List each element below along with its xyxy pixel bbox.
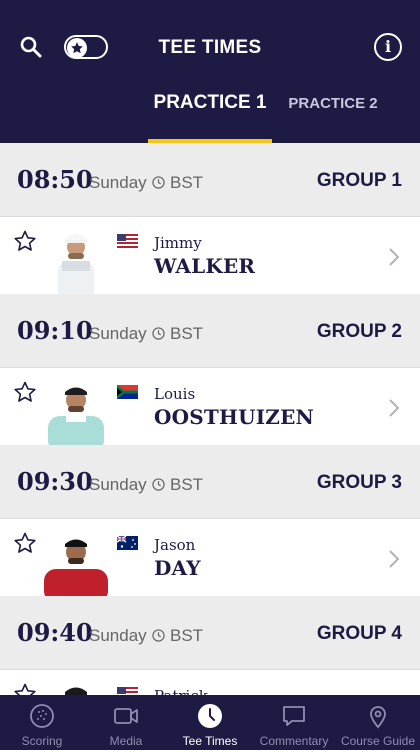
flag-us-icon (117, 687, 138, 695)
chevron-right-icon (389, 248, 400, 266)
player-first-name: Jimmy (154, 234, 202, 252)
tabbar-label: Commentary (259, 734, 329, 748)
tabbar-label: Media (109, 734, 143, 748)
favourite-star-icon[interactable] (13, 380, 37, 404)
clock-icon (152, 176, 165, 189)
bottom-tab-bar: Scoring Media Tee Times Commentary Cours… (0, 695, 420, 750)
tab-practice-1[interactable]: PRACTICE 1 (148, 92, 272, 143)
tee-time: 09:30 (17, 467, 93, 496)
group-label: GROUP 3 (316, 472, 402, 493)
player-photo (48, 387, 104, 446)
player-row[interactable]: Louis OOSTHUIZEN (0, 367, 420, 446)
tee-day: Sunday (89, 173, 147, 192)
info-icon[interactable]: i (374, 33, 402, 61)
tabbar-item-course-guide[interactable]: Course Guide (336, 695, 420, 750)
group-header: 09:30 Sunday BST GROUP 3 (0, 445, 420, 518)
favourite-star-icon[interactable] (13, 682, 37, 695)
group-label: GROUP 2 (316, 321, 402, 342)
tabbar-item-commentary[interactable]: Commentary (252, 695, 336, 750)
player-row[interactable]: Jason DAY (0, 518, 420, 597)
timezone: BST (170, 626, 204, 645)
player-last-name: DAY (154, 556, 201, 580)
player-first-name: Jason (154, 536, 196, 554)
tee-day: Sunday (89, 324, 147, 343)
tabbar-label: Course Guide (340, 734, 416, 748)
player-photo (44, 539, 108, 597)
tab-label: PRACTICE 2 (288, 95, 378, 112)
tabbar-label: Tee Times (182, 734, 238, 748)
map-pin-icon (370, 706, 386, 729)
tabbar-item-scoring[interactable]: Scoring (0, 695, 84, 750)
group-header: 09:10 Sunday BST GROUP 2 (0, 294, 420, 367)
tee-time: 09:10 (17, 316, 93, 345)
flag-au-icon (117, 536, 138, 550)
group-label: GROUP 4 (316, 623, 402, 644)
tee-time: 08:50 (17, 165, 93, 194)
player-first-name: Louis (154, 385, 196, 403)
group-label: GROUP 1 (316, 170, 402, 191)
player-first-name: Patrick (154, 687, 208, 695)
flag-za-icon (117, 385, 138, 399)
favourite-star-icon[interactable] (13, 229, 37, 253)
timezone: BST (170, 475, 204, 494)
tee-time: 09:40 (17, 618, 93, 647)
page-title: TEE TIMES (158, 37, 262, 58)
clock-icon (152, 327, 165, 340)
chevron-right-icon (389, 550, 400, 568)
tee-day: Sunday (89, 626, 147, 645)
timezone: BST (170, 324, 204, 343)
clock-icon (152, 478, 165, 491)
clock-icon (152, 629, 165, 642)
app-header: TEE TIMES i PRACTICE 1 PRACTICE 2 (0, 0, 420, 143)
tabbar-item-tee-times[interactable]: Tee Times (168, 695, 252, 750)
speech-bubble-icon (283, 706, 305, 726)
flag-us-icon (117, 234, 138, 248)
clock-icon (198, 704, 222, 728)
tab-practice-2[interactable]: PRACTICE 2 (280, 92, 386, 143)
tab-label: PRACTICE 1 (153, 92, 267, 113)
group-header: 08:50 Sunday BST GROUP 1 (0, 143, 420, 216)
video-camera-icon (114, 708, 138, 724)
tee-day: Sunday (89, 475, 147, 494)
favourite-star-icon[interactable] (13, 531, 37, 555)
player-photo (65, 687, 87, 695)
player-photo (58, 234, 94, 295)
golf-ball-icon (30, 704, 54, 728)
player-last-name: WALKER (154, 254, 256, 278)
tabbar-label: Scoring (21, 734, 63, 748)
group-header: 09:40 Sunday BST GROUP 4 (0, 596, 420, 669)
player-row[interactable]: Jimmy WALKER (0, 216, 420, 295)
player-last-name: OOSTHUIZEN (154, 405, 314, 429)
timezone: BST (170, 173, 204, 192)
chevron-right-icon (389, 399, 400, 417)
tee-times-list[interactable]: 08:50 Sunday BST GROUP 1 Jimmy WALKER 09… (0, 143, 420, 695)
player-row[interactable]: Patrick (0, 669, 420, 695)
tabbar-item-media[interactable]: Media (84, 695, 168, 750)
